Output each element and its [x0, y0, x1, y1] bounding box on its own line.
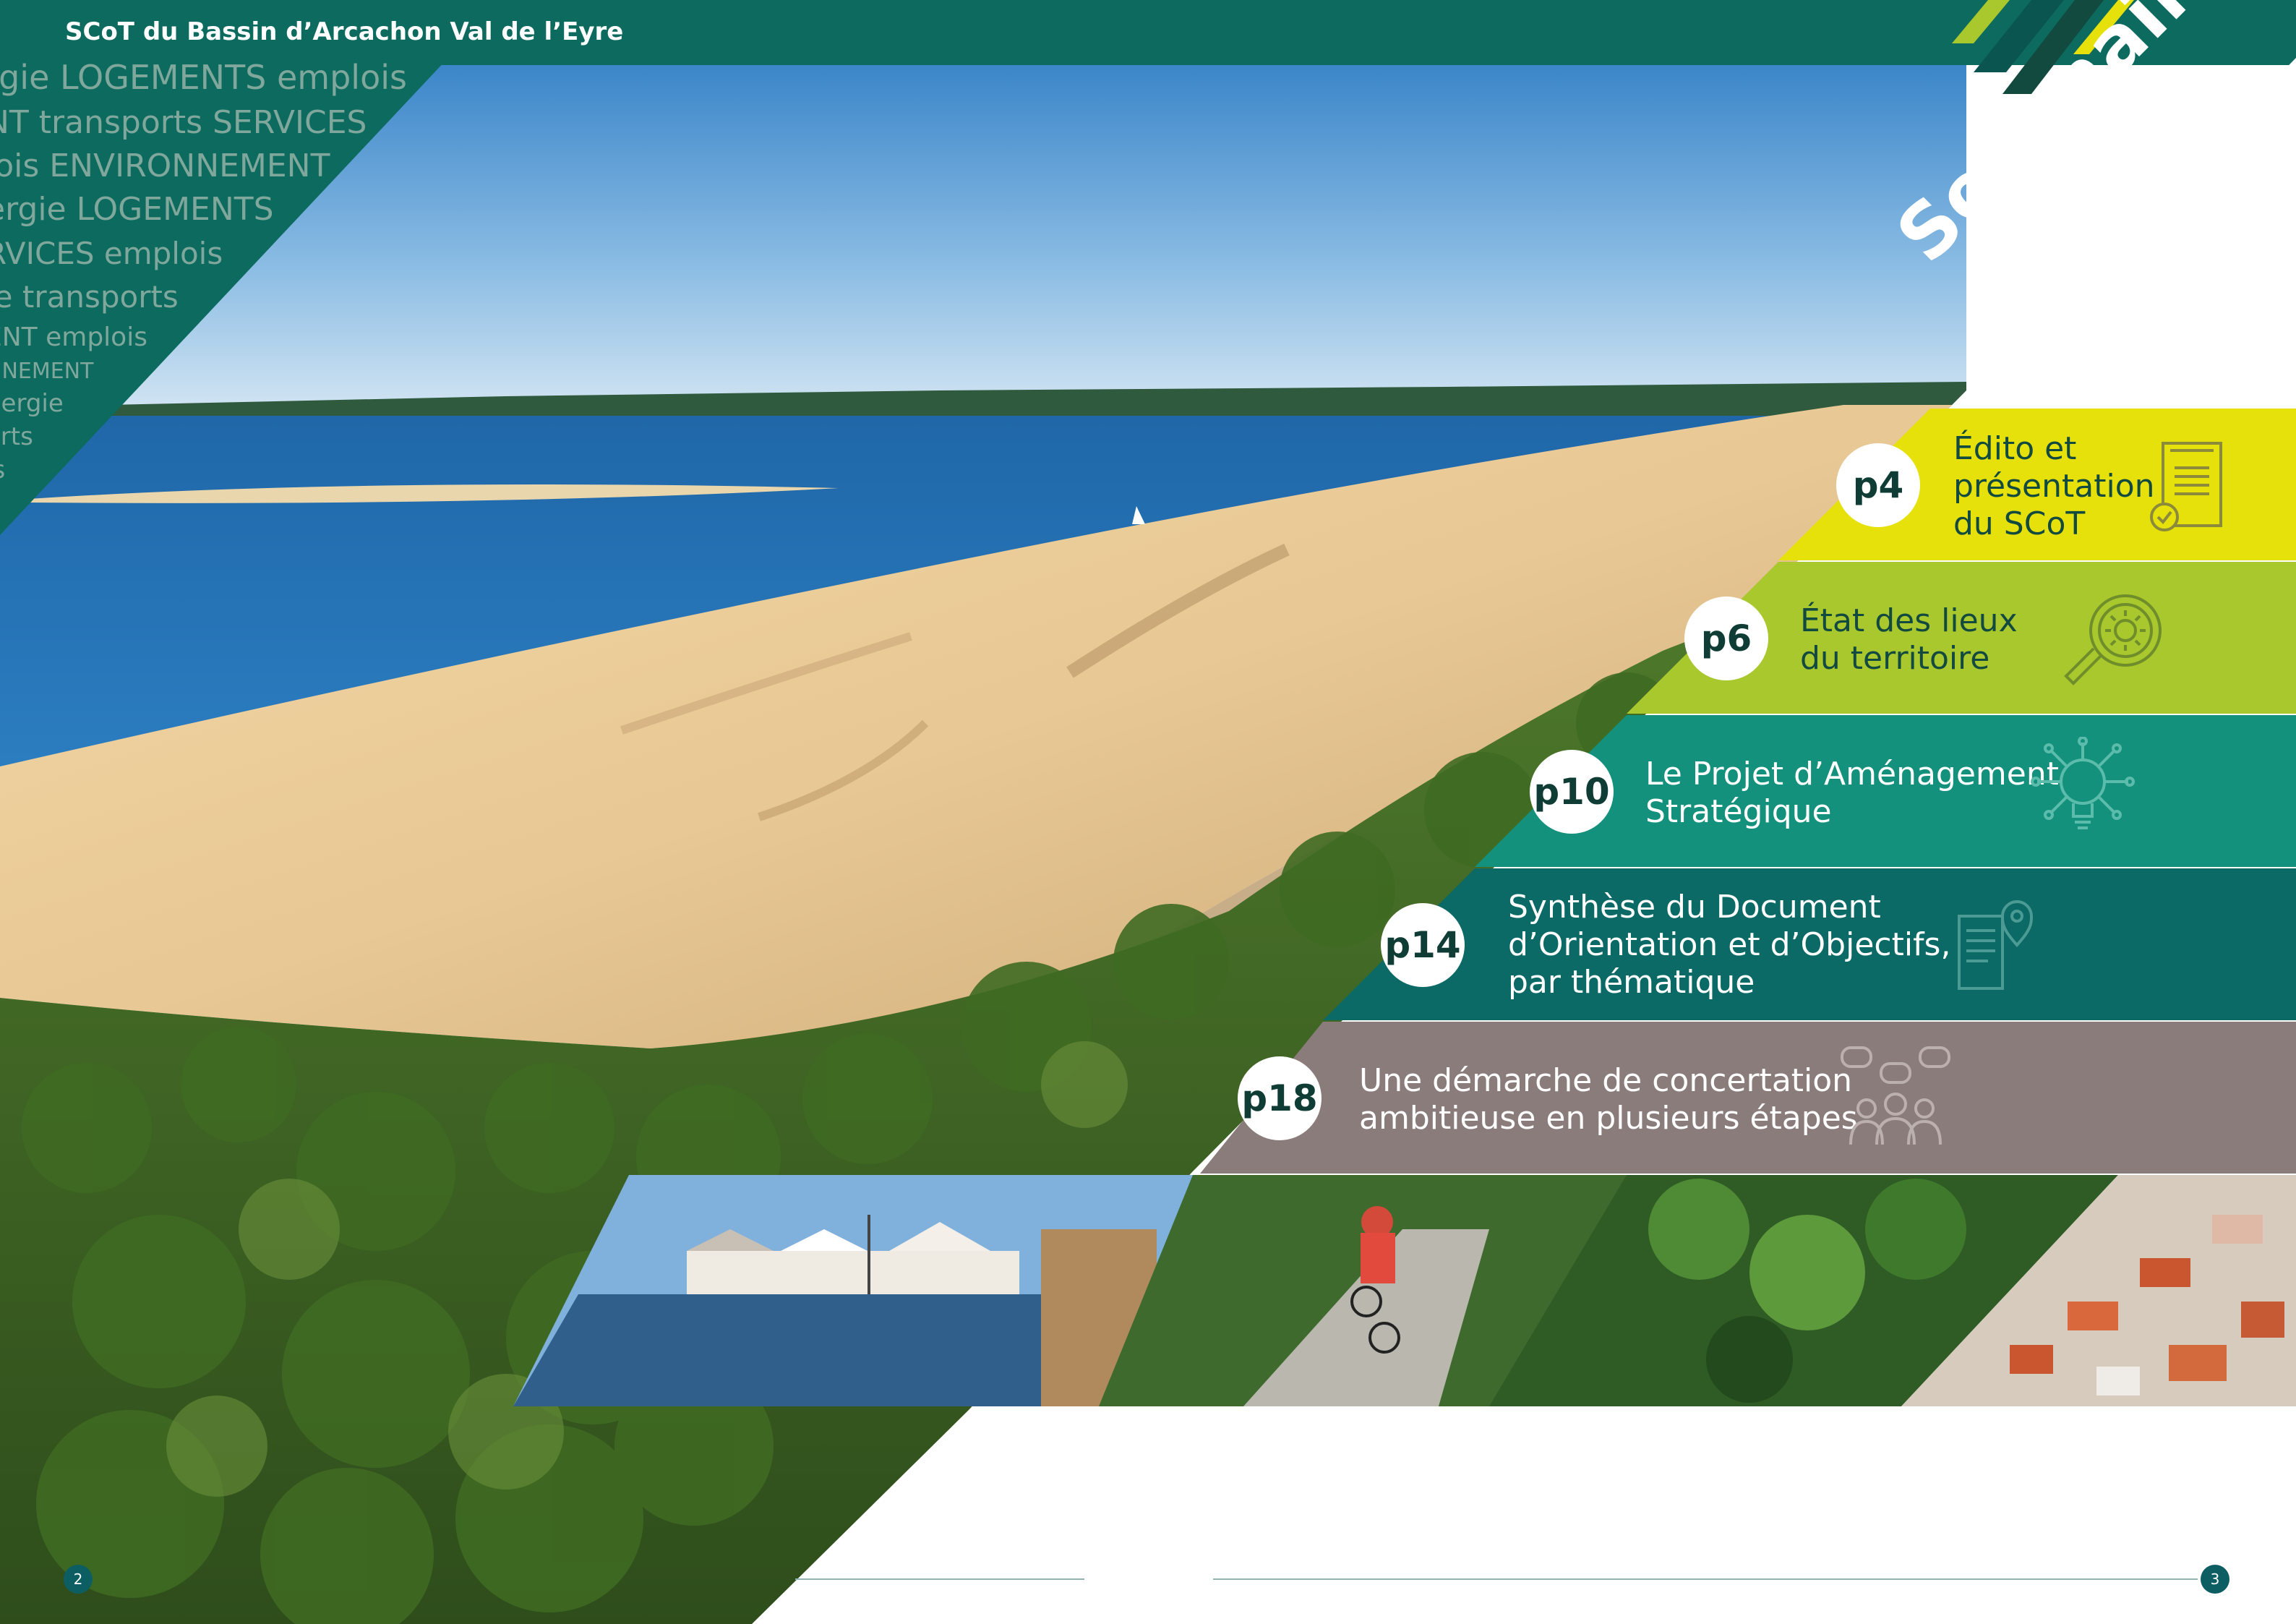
footer-rule-left — [795, 1578, 1084, 1580]
footer-rule-right — [1213, 1578, 2198, 1580]
photo-strip — [513, 1175, 2296, 1406]
page-number-right: 3 — [2201, 1565, 2229, 1594]
harbour-photo — [513, 1175, 1193, 1406]
page-number-left: 2 — [64, 1565, 93, 1594]
